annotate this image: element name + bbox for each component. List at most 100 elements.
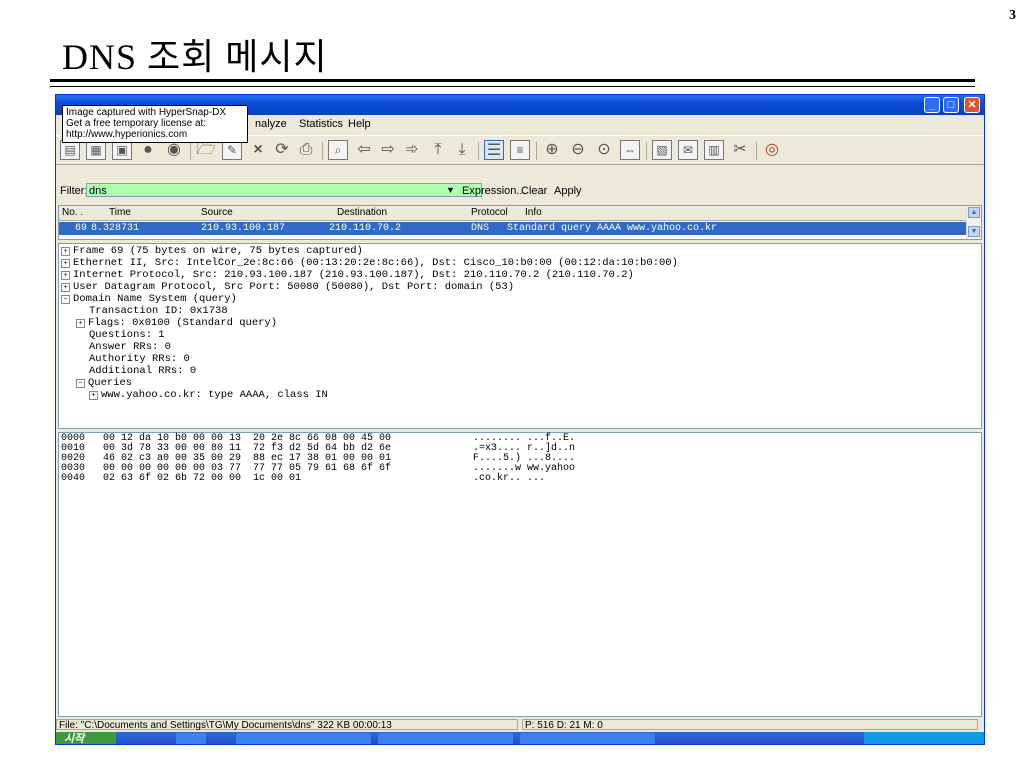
zoom-out-icon[interactable]: ⊖	[568, 140, 588, 160]
go-first-icon[interactable]: ⤒	[428, 140, 448, 160]
column-header-destination[interactable]: Destination	[337, 207, 387, 218]
detail-line[interactable]: Questions: 1	[89, 329, 165, 341]
taskbar-item[interactable]	[378, 733, 513, 744]
detail-text: Additional RRs: 0	[89, 365, 197, 377]
filter-input[interactable]: dns	[86, 183, 482, 197]
apply-button[interactable]: Apply	[554, 185, 582, 197]
menu-statistics[interactable]: Statistics	[299, 118, 343, 130]
display-filters-icon[interactable]: ✉	[678, 140, 698, 160]
toolbar-separator	[536, 142, 537, 160]
detail-line[interactable]: + User Datagram Protocol, Src Port: 50080…	[61, 281, 514, 293]
restart-capture-icon[interactable]: ◉	[164, 140, 184, 160]
start-capture-icon[interactable]: ▣	[112, 140, 132, 160]
clear-button[interactable]: Clear	[521, 185, 547, 197]
packet-row-selected[interactable]: 69 8.328731 210.93.100.187 210.110.70.2 …	[59, 222, 969, 235]
packet-list: No. . Time Source Destination Protocol I…	[58, 205, 982, 240]
detail-line[interactable]: + Ethernet II, Src: IntelCor_2e:8c:66 (00…	[61, 257, 678, 269]
interfaces-icon[interactable]: ▤	[60, 140, 80, 160]
detail-line[interactable]: + Internet Protocol, Src: 210.93.100.187 …	[61, 269, 634, 281]
toolbar-separator	[756, 142, 757, 160]
cell-no: 69	[75, 223, 88, 234]
quicklaunch-icon[interactable]	[176, 733, 206, 744]
go-to-packet-icon[interactable]: ➾	[402, 140, 422, 160]
column-header-time[interactable]: Time	[109, 207, 131, 218]
open-folder-icon[interactable]: 🗁	[196, 140, 216, 160]
watermark-line: http://www.hyperionics.com	[66, 129, 188, 140]
go-forward-icon[interactable]: ⇨	[378, 140, 398, 160]
resize-columns-icon[interactable]: ⇔	[620, 140, 640, 160]
detail-text: Flags: 0x0100 (Standard query)	[88, 317, 278, 329]
help-icon[interactable]: ◎	[762, 140, 782, 160]
detail-line[interactable]: Authority RRs: 0	[89, 353, 190, 365]
taskbar-item[interactable]	[236, 733, 371, 744]
column-header-no[interactable]: No. .	[62, 207, 83, 218]
scroll-up-icon[interactable]: ▲	[968, 207, 980, 218]
stop-capture-icon[interactable]: ●	[138, 140, 158, 160]
zoom-normal-icon[interactable]: ⊙	[594, 140, 614, 160]
detail-line[interactable]: + www.yahoo.co.kr: type AAAA, class IN	[89, 389, 328, 401]
expand-toggle-icon[interactable]: +	[61, 283, 70, 292]
expand-toggle-icon[interactable]: +	[61, 247, 70, 256]
detail-line[interactable]: + Flags: 0x0100 (Standard query)	[76, 317, 277, 329]
expression-button[interactable]: Expression...	[462, 185, 526, 197]
expand-toggle-icon[interactable]: +	[89, 391, 98, 400]
detail-text: Transaction ID: 0x1738	[89, 305, 228, 317]
taskbar-item[interactable]	[520, 733, 655, 744]
close-file-icon[interactable]: ×	[248, 140, 268, 160]
hex-bytes: 02 63 6f 02 6b 72 00 00 1c 00 01	[103, 473, 302, 484]
go-last-icon[interactable]: ⤓	[452, 140, 472, 160]
slide-title: DNS 조회 메시지	[62, 37, 328, 77]
cell-destination: 210.110.70.2	[329, 223, 402, 234]
filter-dropdown-icon[interactable]: ▼	[446, 185, 455, 195]
save-icon[interactable]: ✎	[222, 140, 242, 160]
menu-help[interactable]: Help	[348, 118, 371, 130]
start-button[interactable]: 시작	[56, 732, 116, 744]
print-icon[interactable]: ⎙	[296, 140, 316, 160]
collapse-toggle-icon[interactable]: −	[61, 295, 70, 304]
hex-offset: 0040	[61, 473, 86, 484]
detail-line[interactable]: Additional RRs: 0	[89, 365, 196, 377]
detail-text: Domain Name System (query)	[73, 293, 237, 305]
system-tray	[864, 732, 984, 744]
zoom-in-icon[interactable]: ⊕	[542, 140, 562, 160]
column-header-source[interactable]: Source	[201, 207, 233, 218]
expand-toggle-icon[interactable]: +	[61, 271, 70, 280]
detail-text: Ethernet II, Src: IntelCor_2e:8c:66 (00:…	[73, 257, 678, 269]
cell-info: Standard query AAAA www.yahoo.co.kr	[507, 223, 718, 234]
detail-text: www.yahoo.co.kr: type AAAA, class IN	[101, 389, 328, 401]
preferences-icon[interactable]: ✂	[730, 140, 750, 160]
detail-line[interactable]: Answer RRs: 0	[89, 341, 171, 353]
cell-source: 210.93.100.187	[201, 223, 286, 234]
packet-list-scrollbar[interactable]: ▲ ▼	[966, 206, 981, 239]
windows-taskbar: 시작	[56, 732, 984, 744]
cell-protocol: DNS	[471, 223, 490, 234]
detail-line[interactable]: − Domain Name System (query)	[61, 293, 237, 305]
detail-text: User Datagram Protocol, Src Port: 50080 …	[73, 281, 515, 293]
detail-line[interactable]: Transaction ID: 0x1738	[89, 305, 228, 317]
expand-toggle-icon[interactable]: +	[76, 319, 85, 328]
toolbar-separator	[646, 142, 647, 160]
options-icon[interactable]: ▦	[86, 140, 106, 160]
collapse-toggle-icon[interactable]: −	[76, 379, 85, 388]
column-header-info[interactable]: Info	[525, 207, 542, 218]
expand-toggle-icon[interactable]: +	[61, 259, 70, 268]
title-rule-thin	[50, 86, 975, 87]
detail-line[interactable]: + Frame 69 (75 bytes on wire, 75 bytes ca…	[61, 245, 363, 257]
find-packet-icon[interactable]: ⌕	[328, 140, 348, 160]
packet-details-pane: + Frame 69 (75 bytes on wire, 75 bytes ca…	[58, 243, 982, 429]
detail-line[interactable]: − Queries	[76, 377, 132, 389]
menu-analyze[interactable]: nalyze	[255, 118, 287, 130]
hex-row[interactable]: 0040 02 63 6f 02 6b 72 00 00 1c 00 01 .c…	[61, 473, 545, 524]
column-header-protocol[interactable]: Protocol	[471, 207, 508, 218]
reload-icon[interactable]: ⟳	[272, 140, 292, 160]
close-button[interactable]: ✕	[964, 97, 980, 113]
autoscroll-icon[interactable]: ≡	[510, 140, 530, 160]
status-bar: File: "C:\Documents and Settings\TG\My D…	[56, 719, 984, 731]
maximize-button[interactable]: □	[943, 97, 959, 113]
capture-filters-icon[interactable]: ▧	[652, 140, 672, 160]
go-back-icon[interactable]: ⇦	[354, 140, 374, 160]
colorize-icon[interactable]: ☰	[484, 140, 504, 160]
scroll-down-icon[interactable]: ▼	[968, 226, 980, 237]
minimize-button[interactable]: _	[924, 97, 940, 113]
coloring-rules-icon[interactable]: ▥	[704, 140, 724, 160]
